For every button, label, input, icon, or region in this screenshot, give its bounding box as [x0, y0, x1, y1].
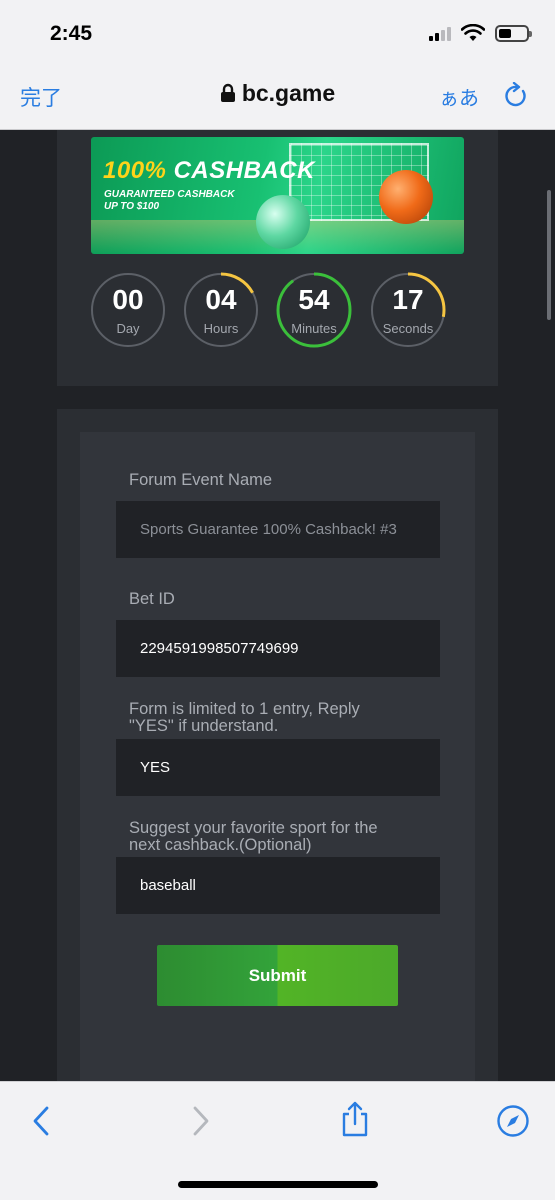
favorite-sport-label-line1: Suggest your favorite sport for the	[129, 819, 378, 837]
entry-confirm-field[interactable]	[116, 739, 440, 796]
countdown-minutes: 54 Minutes	[276, 272, 352, 348]
cashback-banner[interactable]: 100% CASHBACK GUARANTEED CASHBACK UP TO …	[91, 137, 464, 254]
entry-limit-label: Form is limited to 1 entry, Reply "YES" …	[129, 701, 429, 735]
wifi-icon	[461, 24, 485, 41]
web-page: 100% CASHBACK GUARANTEED CASHBACK UP TO …	[0, 130, 555, 1081]
countdown-hours-value: 04	[205, 284, 237, 315]
countdown-seconds-value: 17	[392, 284, 424, 315]
countdown-minutes-value: 54	[298, 284, 330, 315]
countdown-seconds: 17 Seconds	[370, 272, 446, 348]
countdown-day-label: Day	[116, 321, 140, 336]
countdown-hours-label: Hours	[203, 321, 239, 336]
home-indicator[interactable]	[178, 1181, 378, 1188]
favorite-sport-label-line2: next cashback.(Optional)	[129, 836, 312, 854]
submit-button[interactable]: Submit	[157, 945, 398, 1006]
basketball-image	[379, 170, 433, 224]
lock-icon	[220, 83, 235, 102]
status-time: 2:45	[50, 22, 93, 45]
banner-subtitle: GUARANTEED CASHBACK UP TO $100	[104, 189, 274, 213]
status-bar: 2:45	[0, 0, 555, 68]
compass-icon[interactable]	[496, 1104, 530, 1138]
text-size-button[interactable]: ぁあ	[439, 82, 479, 111]
banner-title-highlight: 100%	[103, 157, 167, 184]
countdown-day: 00 Day	[90, 272, 166, 348]
url-text: bc.game	[241, 80, 336, 106]
countdown-seconds-label: Seconds	[382, 321, 434, 336]
forum-event-name-label: Forum Event Name	[129, 471, 273, 489]
back-icon[interactable]	[30, 1104, 52, 1138]
banner-title-rest: CASHBACK	[173, 157, 315, 184]
entry-limit-label-line2: "YES" if understand.	[129, 717, 279, 735]
entry-limit-label-line1: Form is limited to 1 entry, Reply	[129, 700, 360, 718]
event-form: Forum Event Name Bet ID Form is limited …	[80, 432, 475, 1081]
scrollbar[interactable]	[547, 190, 551, 320]
reload-icon[interactable]	[503, 82, 529, 110]
battery-icon	[495, 24, 532, 42]
favorite-sport-label: Suggest your favorite sport for the next…	[129, 820, 429, 854]
promo-panel: 100% CASHBACK GUARANTEED CASHBACK UP TO …	[57, 130, 498, 386]
countdown-hours: 04 Hours	[183, 272, 259, 348]
favorite-sport-field[interactable]	[116, 857, 440, 914]
bet-id-field[interactable]	[116, 620, 440, 677]
banner-subtitle-line1: GUARANTEED CASHBACK	[104, 189, 235, 200]
countdown-timer: 00 Day 04 Hours 54 Minutes 17 Seconds	[90, 272, 470, 352]
browser-address-bar: 完了 bc.game ぁあ	[0, 68, 555, 130]
countdown-minutes-label: Minutes	[291, 321, 337, 336]
countdown-day-value: 00	[112, 284, 144, 315]
forward-icon[interactable]	[190, 1104, 212, 1138]
share-icon[interactable]	[340, 1100, 370, 1138]
banner-subtitle-line2: UP TO $100	[104, 201, 160, 212]
cellular-signal-icon	[429, 25, 451, 41]
form-panel: Forum Event Name Bet ID Form is limited …	[57, 409, 498, 1081]
banner-title: 100% CASHBACK	[103, 157, 315, 185]
status-icons	[429, 24, 532, 42]
forum-event-name-field[interactable]	[116, 501, 440, 558]
bet-id-label: Bet ID	[129, 590, 175, 608]
